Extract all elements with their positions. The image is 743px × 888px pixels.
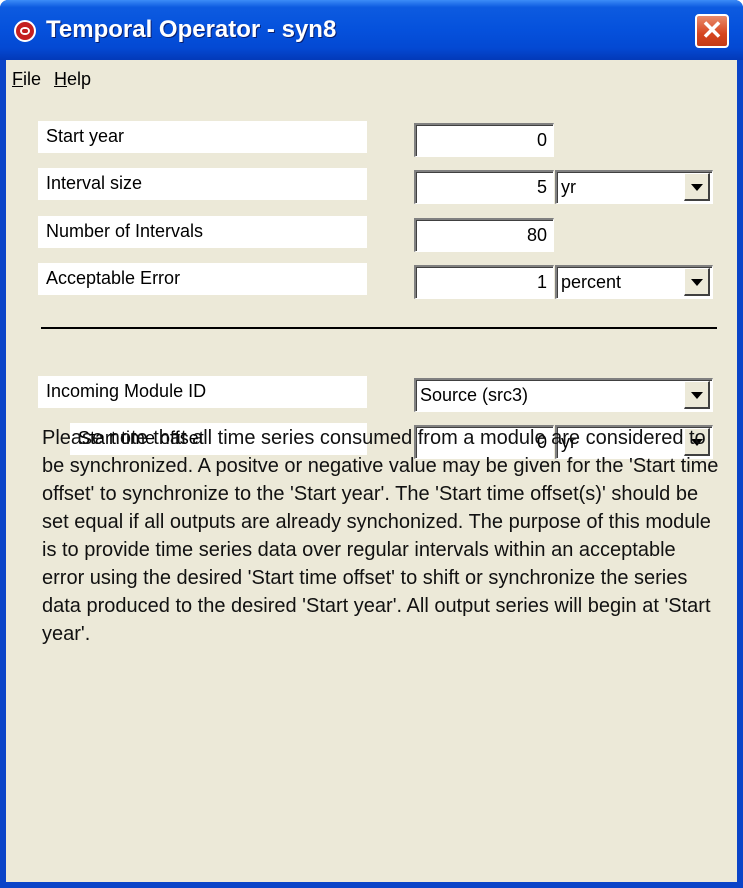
- menu-help-label: elp: [67, 69, 92, 89]
- menu-bar: File Help: [6, 60, 737, 96]
- incoming-module-value: Source (src3): [420, 385, 529, 405]
- close-button[interactable]: ✕: [695, 14, 729, 48]
- chevron-down-icon[interactable]: [684, 268, 710, 296]
- num-intervals-input[interactable]: 80: [414, 218, 554, 252]
- menu-file-mnemonic: F: [12, 69, 23, 89]
- chevron-down-icon[interactable]: [684, 381, 710, 409]
- chevron-down-icon[interactable]: [684, 173, 710, 201]
- error-unit-value: percent: [561, 272, 622, 292]
- incoming-module-label: Incoming Module ID: [38, 376, 367, 408]
- interval-unit-select[interactable]: yr: [555, 170, 713, 204]
- num-intervals-label: Number of Intervals: [38, 216, 367, 248]
- interval-size-label: Interval size: [38, 168, 367, 200]
- separator-line: [41, 327, 717, 329]
- app-logo-icon[interactable]: [14, 20, 36, 42]
- menu-file-label: ile: [23, 69, 42, 89]
- acceptable-error-input[interactable]: 1: [414, 265, 554, 299]
- acceptable-error-label: Acceptable Error: [38, 263, 367, 295]
- error-unit-select[interactable]: percent: [555, 265, 713, 299]
- menu-file[interactable]: File: [12, 69, 41, 90]
- interval-size-input[interactable]: 5: [414, 170, 554, 204]
- title-bar[interactable]: Temporal Operator - syn8 ✕: [0, 0, 743, 60]
- window-title: Temporal Operator - syn8: [46, 16, 337, 43]
- app-window: Temporal Operator - syn8 ✕ File Help Sta…: [0, 0, 743, 888]
- menu-help-mnemonic: H: [54, 69, 67, 89]
- help-note: Please note that all time series consume…: [42, 427, 719, 645]
- menu-help[interactable]: Help: [54, 69, 91, 90]
- interval-unit-value: yr: [561, 177, 576, 197]
- start-year-input[interactable]: 0: [414, 123, 554, 157]
- close-icon: ✕: [701, 15, 723, 45]
- incoming-module-select[interactable]: Source (src3): [414, 378, 713, 412]
- start-year-label: Start year: [38, 121, 367, 153]
